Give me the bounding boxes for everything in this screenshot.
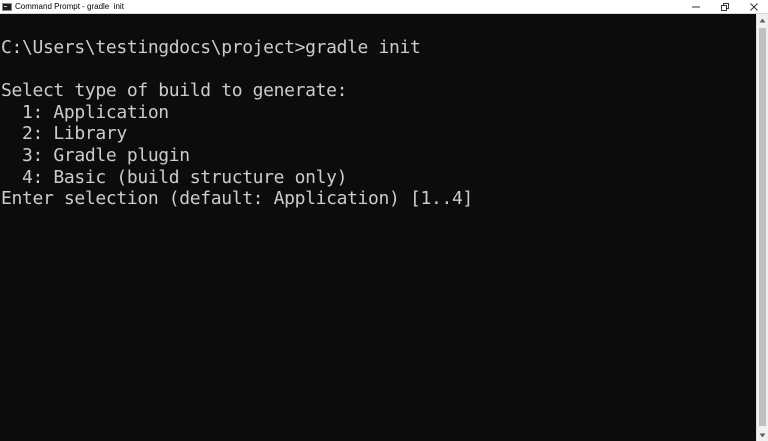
minimize-button[interactable] [681,0,710,13]
console-line-selection-prompt: Enter selection (default: Application) [… [1,188,473,210]
console-output[interactable]: C:\Users\testingdocs\project>gradle init… [0,14,756,441]
console-line-option-4: 4: Basic (build structure only) [1,166,348,188]
title-bar[interactable]: Command Prompt - gradle init [0,0,768,14]
chevron-down-icon [759,433,766,437]
console-line-heading: Select type of build to generate: [1,80,348,102]
vertical-scrollbar[interactable] [756,14,768,441]
command-prompt-window: Command Prompt - gradle init C:\Users\te… [0,0,768,441]
cmd-icon[interactable] [2,2,12,11]
chevron-up-icon [759,18,766,22]
restore-icon [720,2,729,11]
minimize-icon [691,6,700,7]
scroll-up-button[interactable] [757,14,768,26]
console-line-option-2: 2: Library [1,123,127,145]
console-line-prompt: C:\Users\testingdocs\project>gradle init [1,37,421,58]
console-lines: C:\Users\testingdocs\project>gradle init… [0,14,756,210]
scroll-thumb[interactable] [759,28,766,426]
restore-button[interactable] [710,0,739,13]
console-line-option-1: 1: Application [1,101,169,123]
window-controls [681,0,768,13]
scroll-down-button[interactable] [757,429,768,441]
close-button[interactable] [739,0,768,13]
window-title: Command Prompt - gradle init [15,2,124,11]
close-icon [749,2,758,11]
console-line-option-3: 3: Gradle plugin [1,144,190,166]
